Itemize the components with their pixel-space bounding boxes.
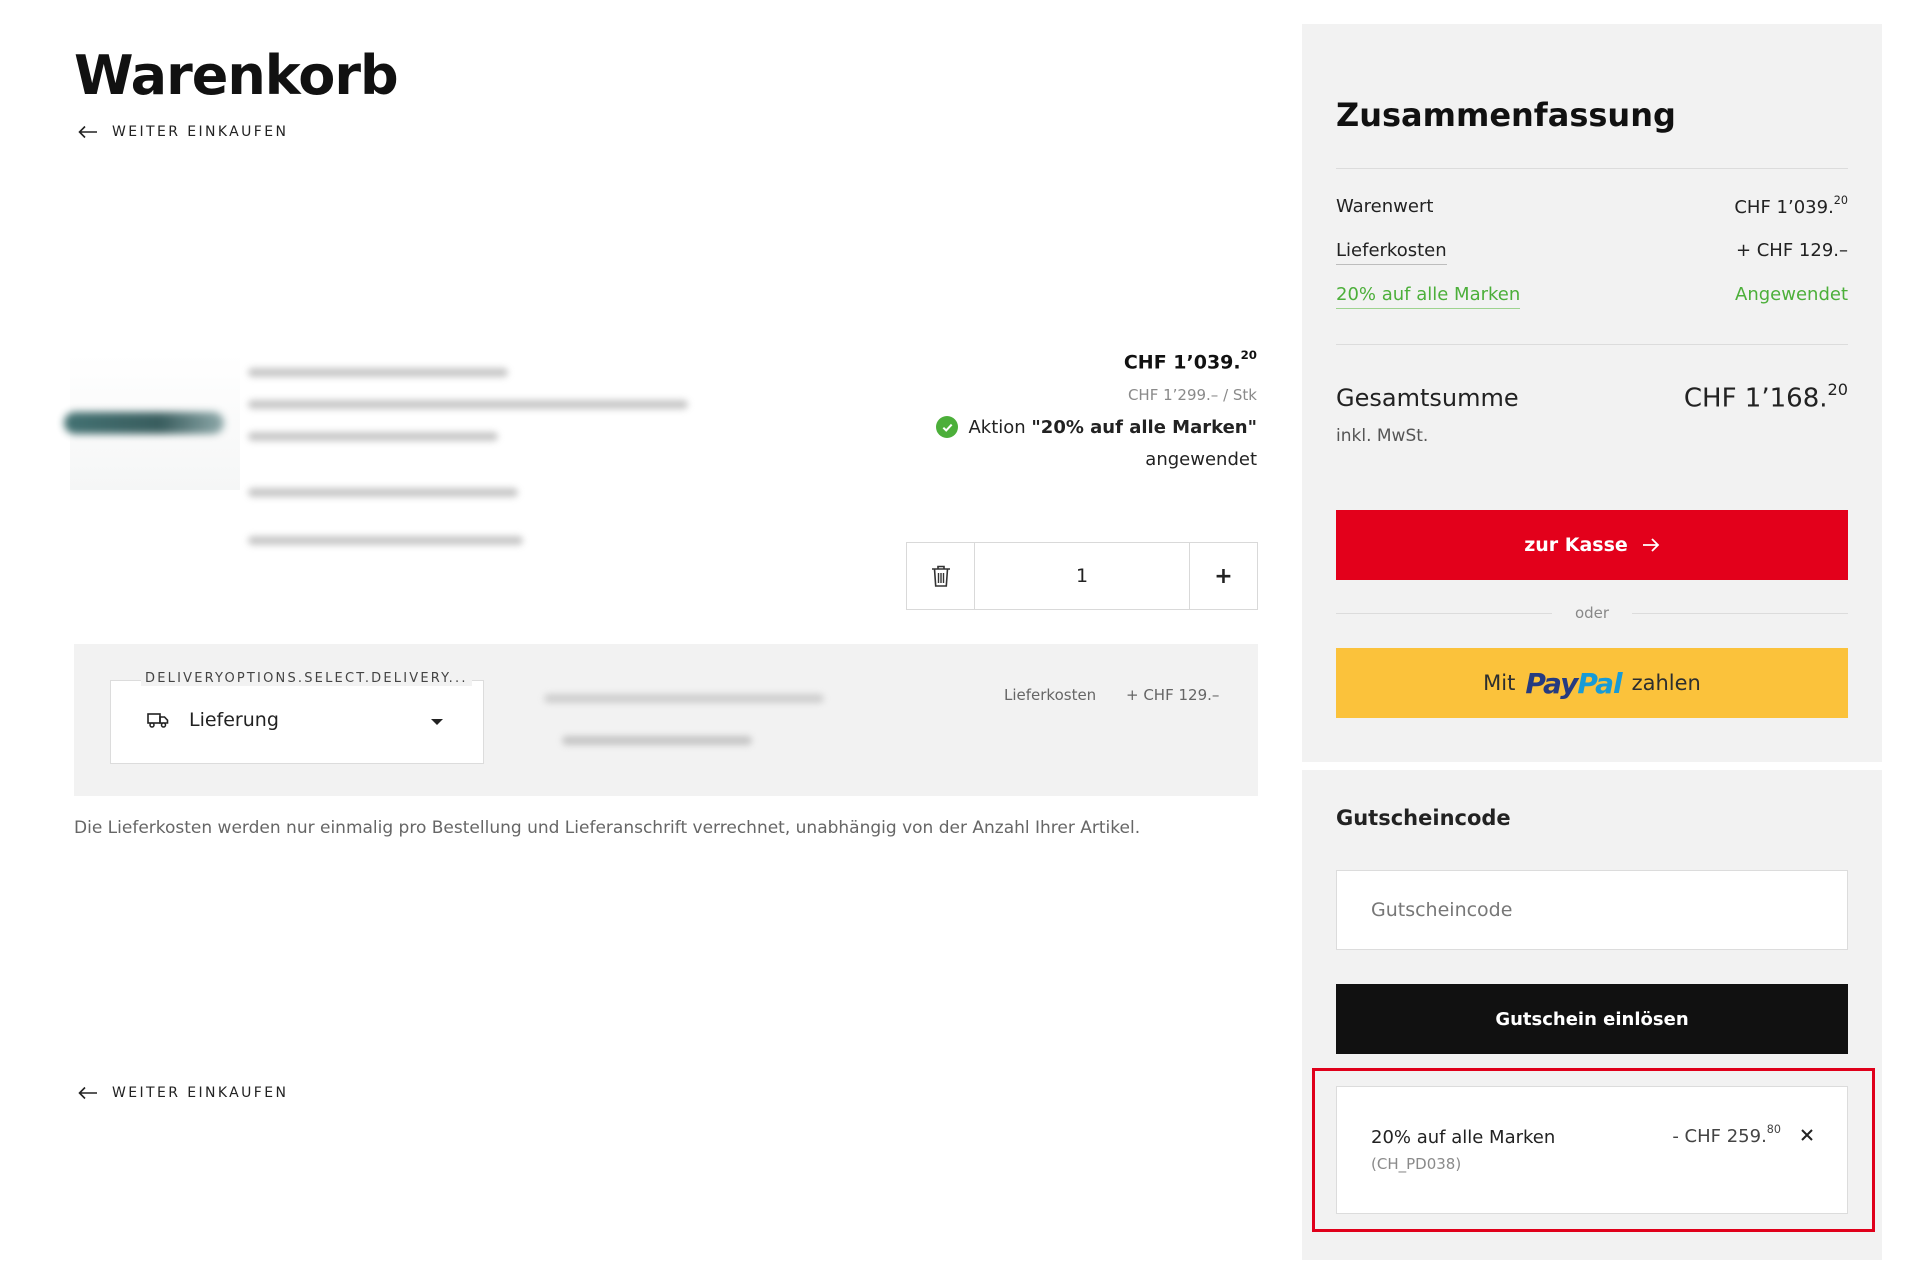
summary-row-delivery-cost: Lieferkosten + CHF 129.– (1336, 240, 1848, 265)
product-image[interactable] (64, 354, 240, 490)
delivery-cost-note: Die Lieferkosten werden nur einmalig pro… (74, 818, 1141, 838)
remove-item-button[interactable] (907, 543, 975, 609)
or-separator: oder (1336, 604, 1848, 622)
page-title: Warenkorb (74, 44, 399, 107)
item-unit-price: CHF 1’299.– / Stk (1127, 386, 1257, 404)
item-promo: Aktion "20% auf alle Marken" (936, 416, 1257, 438)
product-attr-blurred (248, 536, 523, 545)
continue-shopping-label: WEITER EINKAUFEN (112, 1085, 289, 1101)
checkout-button[interactable]: zur Kasse (1336, 510, 1848, 580)
arrow-right-icon (1642, 538, 1660, 552)
check-circle-icon (936, 416, 959, 438)
redeem-coupon-button[interactable]: Gutschein einlösen (1336, 984, 1848, 1054)
increase-quantity-button[interactable]: + (1189, 543, 1257, 609)
product-attr-blurred (248, 488, 518, 497)
continue-shopping-label: WEITER EINKAUFEN (112, 124, 289, 140)
quantity-stepper: 1 + (906, 542, 1258, 610)
summary-row-label: Warenwert (1336, 196, 1434, 217)
summary-row-value: + CHF 129.– (1735, 240, 1848, 261)
summary-row-goods-value: Warenwert CHF 1’039.20 (1336, 194, 1848, 218)
paypal-logo: PayPal (1525, 666, 1622, 700)
summary-title: Zusammenfassung (1336, 96, 1676, 134)
applied-coupon-name: 20% auf alle Marken (1371, 1127, 1556, 1148)
delivery-select-label: DELIVERYOPTIONS.SELECT.DELIVERY... (141, 671, 472, 686)
delivery-cost-value: + CHF 129.– (1126, 686, 1220, 704)
summary-row-label[interactable]: 20% auf alle Marken (1336, 284, 1521, 309)
delivery-option-text: Lieferung (189, 709, 279, 731)
delivery-cost-label: Lieferkosten (1004, 686, 1097, 704)
trash-icon (931, 565, 950, 587)
divider (1336, 168, 1848, 169)
delivery-time-blurred (562, 736, 752, 745)
vat-note: inkl. MwSt. (1336, 426, 1429, 446)
total-label: Gesamtsumme (1336, 384, 1519, 412)
arrow-left-icon (78, 125, 97, 139)
item-price: CHF 1’039.20 (1123, 348, 1257, 374)
continue-shopping-link-top[interactable]: WEITER EINKAUFEN (78, 124, 288, 140)
delivery-select[interactable]: DELIVERYOPTIONS.SELECT.DELIVERY... Liefe… (110, 671, 484, 764)
paypal-button[interactable]: Mit PayPal zahlen (1336, 648, 1848, 718)
paypal-suffix: zahlen (1631, 671, 1701, 695)
arrow-left-icon (78, 1086, 97, 1100)
delivery-options-panel: DELIVERYOPTIONS.SELECT.DELIVERY... Liefe… (74, 644, 1258, 796)
summary-row-label[interactable]: Lieferkosten (1336, 240, 1447, 265)
remove-coupon-button[interactable] (1797, 1125, 1817, 1145)
checkout-button-label: zur Kasse (1524, 534, 1628, 556)
product-image-blur (64, 412, 224, 434)
summary-row-value: CHF 1’039.20 (1734, 194, 1848, 218)
chevron-down-icon (431, 719, 443, 725)
close-icon (1801, 1129, 1813, 1141)
quantity-value[interactable]: 1 (975, 543, 1189, 609)
product-desc-blurred (248, 400, 688, 409)
delivery-select-value: Lieferung (147, 709, 279, 731)
coupon-code-input[interactable] (1336, 870, 1848, 950)
summary-row-promotion: 20% auf alle Marken Angewendet (1336, 284, 1848, 309)
cart-page: Warenkorb WEITER EINKAUFEN CHF 1’039.20 … (0, 0, 1920, 1280)
order-summary-panel: Zusammenfassung Warenwert CHF 1’039.20 L… (1302, 24, 1882, 762)
coupon-title: Gutscheincode (1336, 806, 1511, 830)
total-value: CHF 1’168.20 (1683, 380, 1848, 414)
delivery-time-blurred (544, 694, 824, 703)
divider (1336, 344, 1848, 345)
summary-row-value: Angewendet (1735, 284, 1848, 305)
promo-text: Aktion "20% auf alle Marken" (968, 416, 1257, 438)
applied-coupon-amount: - CHF 259.80 (1672, 1123, 1781, 1147)
paypal-prefix: Mit (1483, 671, 1516, 695)
product-name-blurred (248, 368, 508, 377)
continue-shopping-link-bottom[interactable]: WEITER EINKAUFEN (78, 1085, 288, 1101)
truck-icon (147, 713, 169, 728)
promo-status: angewendet (1145, 449, 1257, 470)
applied-coupon-code: (CH_PD038) (1371, 1155, 1462, 1173)
product-desc-blurred (248, 432, 498, 441)
applied-coupon: 20% auf alle Marken (CH_PD038) - CHF 259… (1336, 1086, 1848, 1214)
